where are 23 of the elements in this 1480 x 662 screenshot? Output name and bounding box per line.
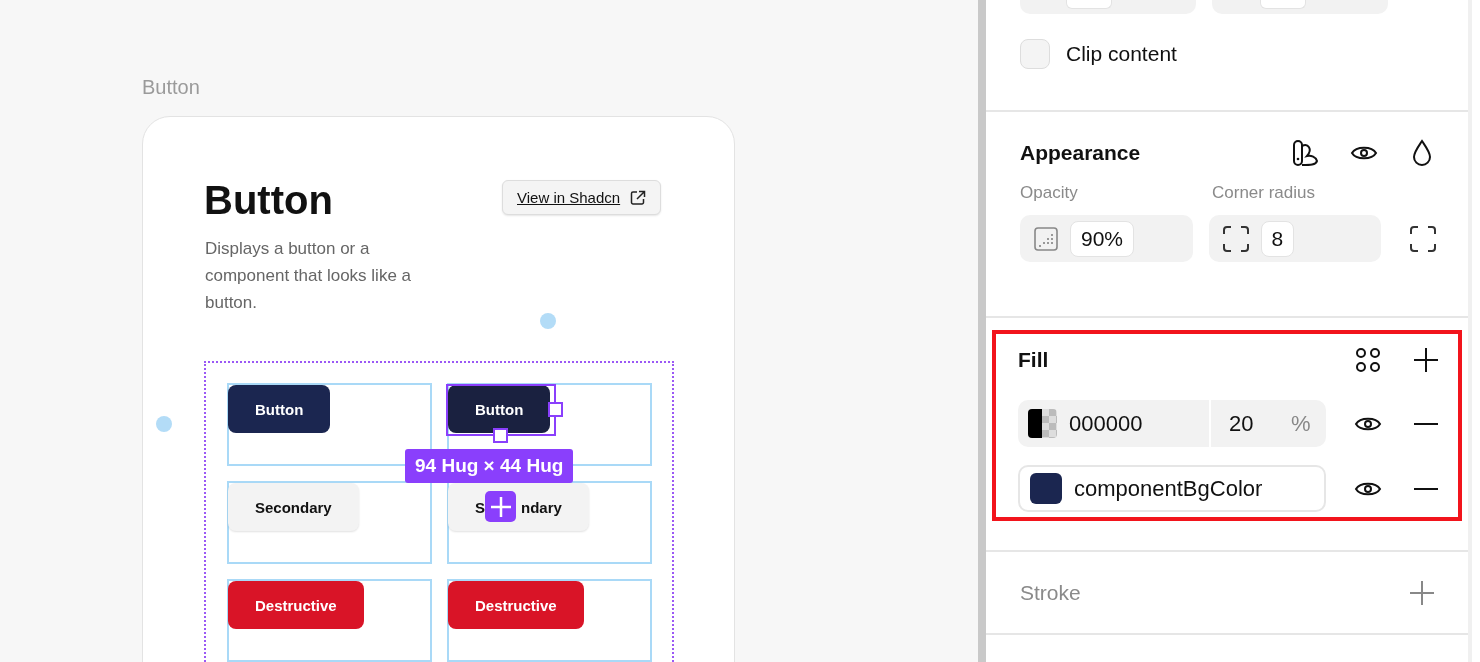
opacity-field[interactable]: 90% xyxy=(1070,220,1135,257)
fill-variable-field[interactable]: componentBgColor xyxy=(1018,465,1327,512)
fill-color-field[interactable]: 000000 20 % xyxy=(1018,400,1327,447)
field-label: Corner radius xyxy=(1212,183,1315,203)
percent-unit: % xyxy=(1291,410,1311,437)
description: Displays a button or a component that looks like a button. xyxy=(205,238,412,314)
corner-radius-field[interactable]: 8 xyxy=(1260,220,1295,257)
hex-value[interactable]: 000000 xyxy=(1069,410,1209,437)
section-title: Stroke xyxy=(1020,580,1082,605)
section-title: Appearance xyxy=(1020,141,1142,165)
secondary-button[interactable]: Secondary xyxy=(228,483,359,531)
page-title: Button xyxy=(204,178,333,223)
destructive-button[interactable]: Destructive xyxy=(228,581,364,629)
primary-button[interactable]: Button xyxy=(228,385,331,433)
variable-name[interactable]: componentBgColor xyxy=(1074,475,1263,502)
opacity-value[interactable]: 20 xyxy=(1229,410,1275,437)
primary-button[interactable]: Button xyxy=(448,385,551,433)
section-title: Fill xyxy=(1018,348,1050,372)
view-in-shadcn-button[interactable]: View in Shadcn xyxy=(502,180,662,215)
field-label: Opacity xyxy=(1020,183,1079,203)
destructive-button[interactable]: Destructive xyxy=(448,581,584,629)
dimension-label: 94 Hug × 44 Hug xyxy=(405,449,574,483)
checkbox-label: Clip content xyxy=(1066,42,1177,66)
